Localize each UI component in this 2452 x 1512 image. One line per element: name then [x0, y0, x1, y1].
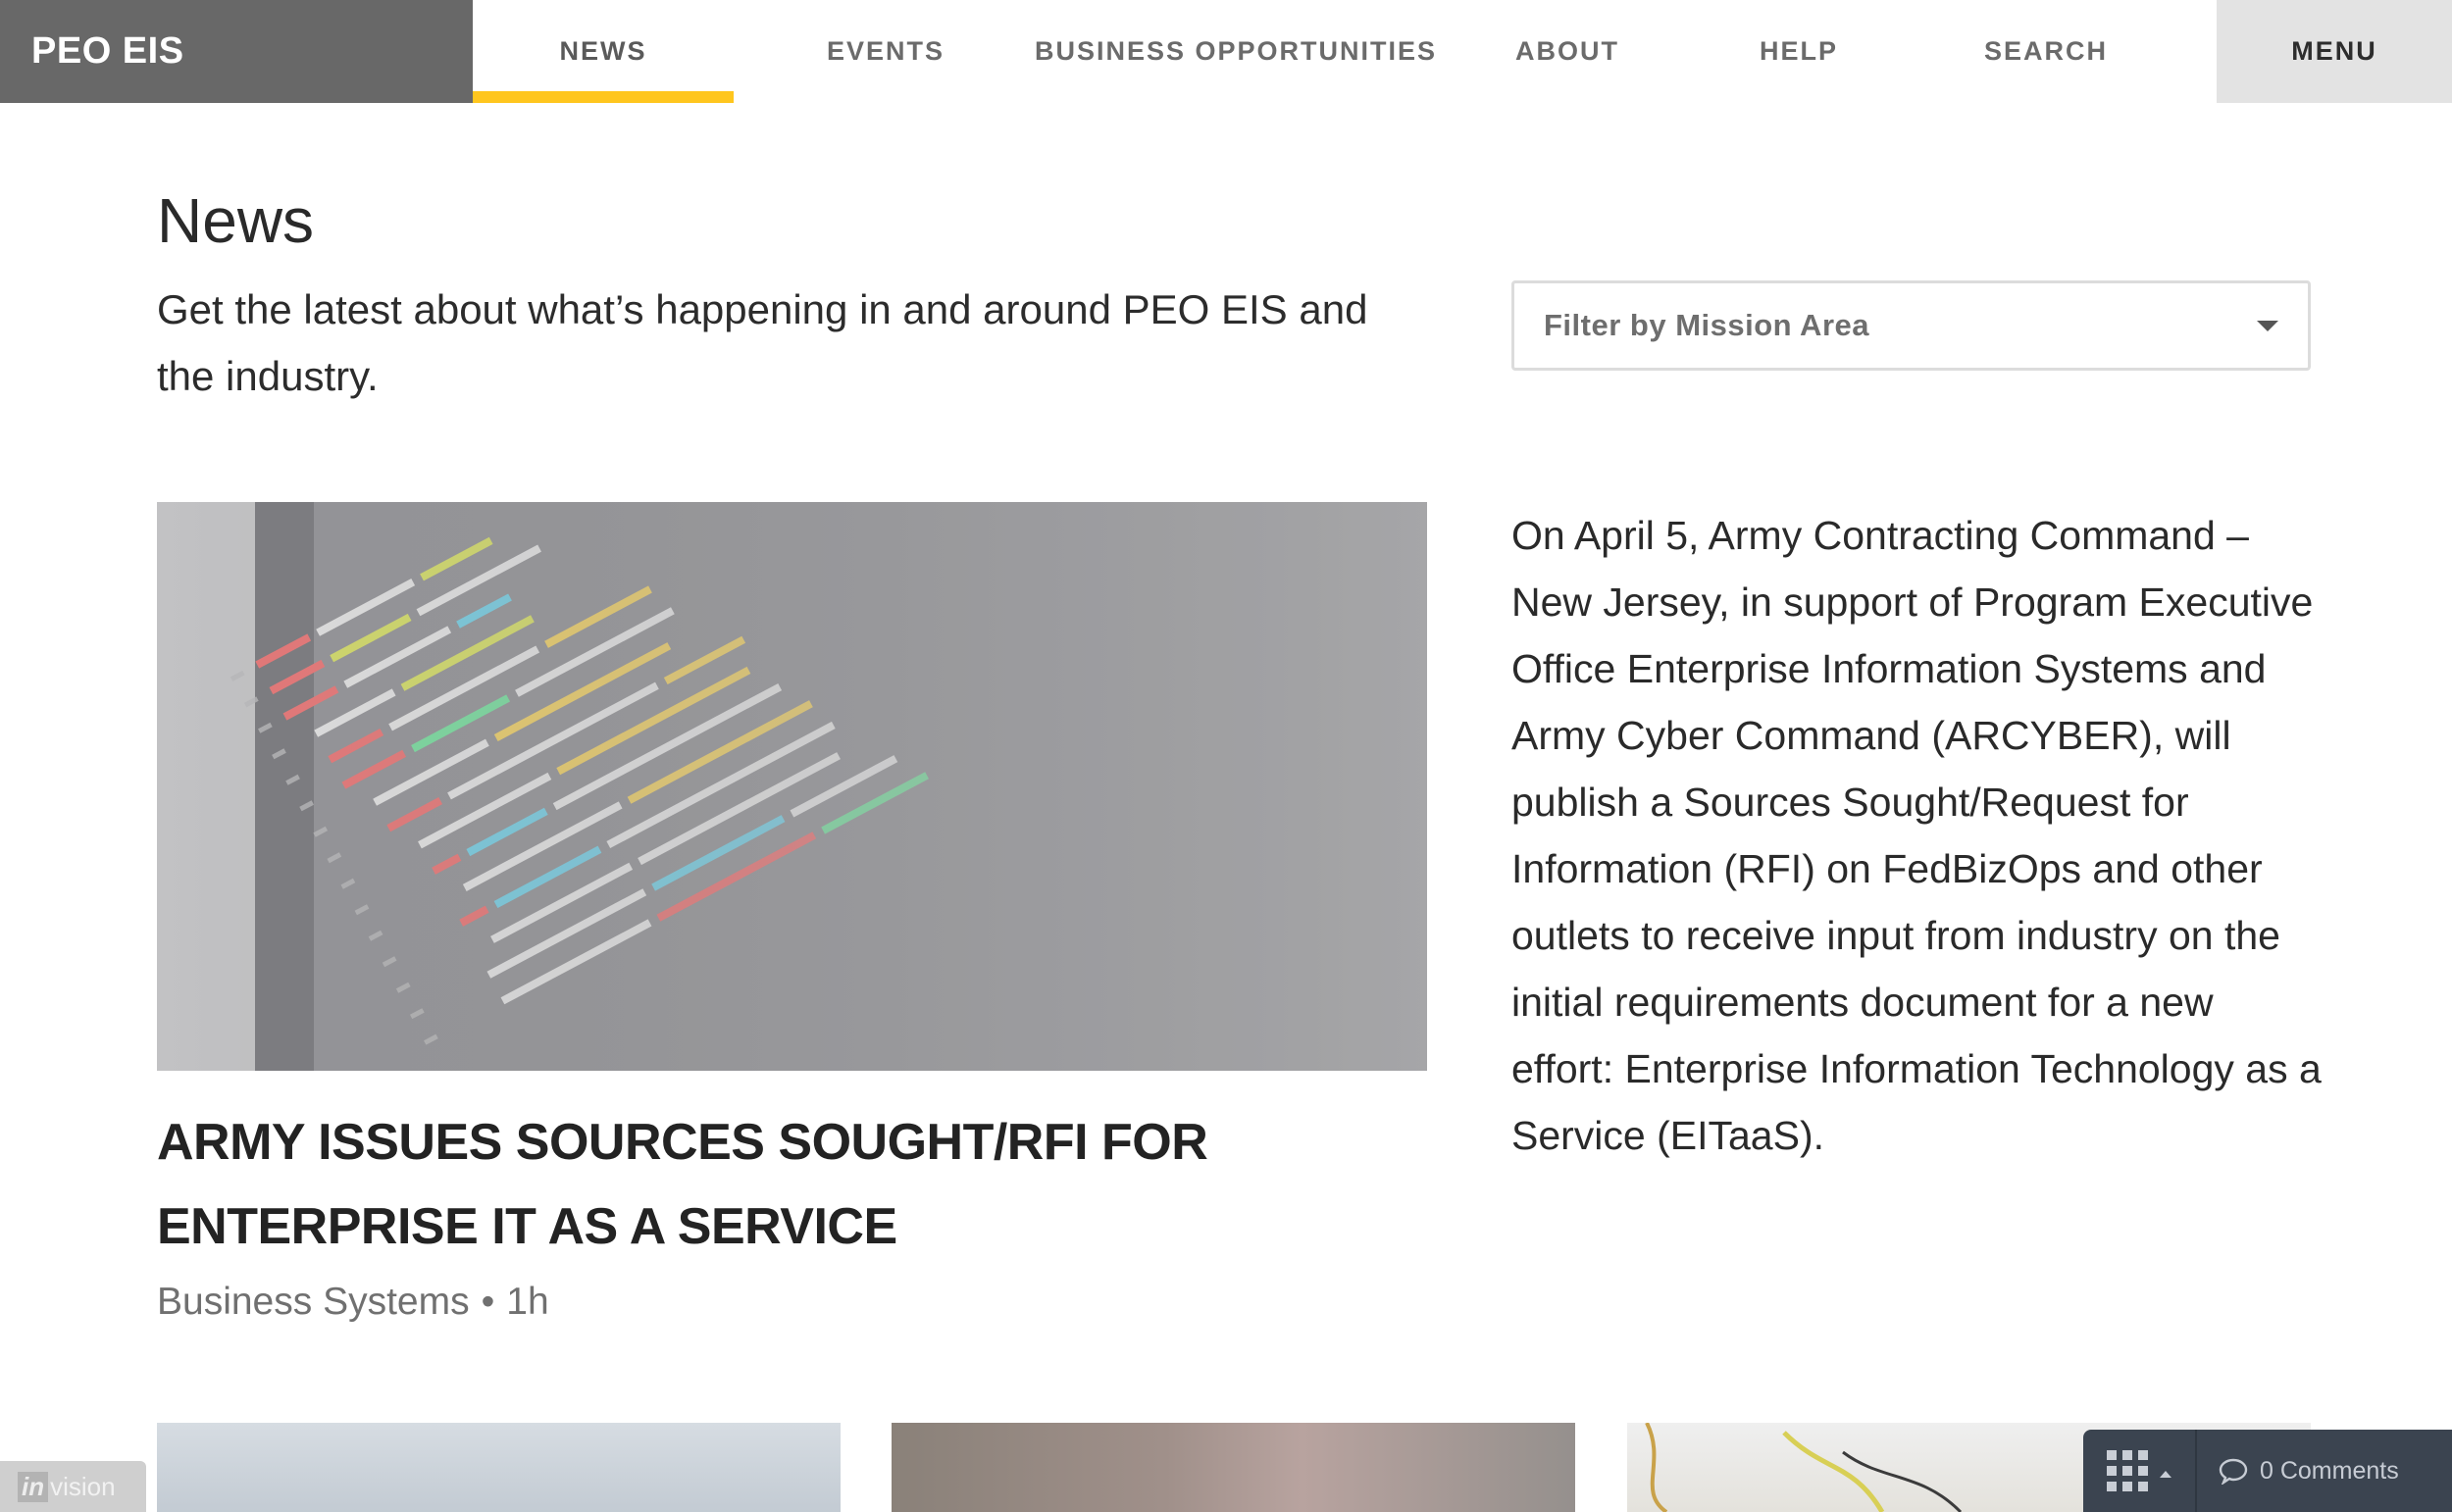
nav-item-help[interactable]: HELP	[1703, 0, 1895, 103]
featured-age: 1h	[506, 1281, 549, 1323]
nav-item-about[interactable]: ABOUT	[1471, 0, 1663, 103]
chevron-down-icon	[2257, 320, 2278, 331]
invision-wordmark: vision	[50, 1471, 116, 1501]
menu-button[interactable]: MENU	[2217, 0, 2452, 103]
news-card-image[interactable]	[157, 1423, 841, 1512]
comments-button[interactable]: 0 Comments	[2219, 1457, 2399, 1486]
featured-image[interactable]	[157, 502, 1427, 1071]
app-grid-icon[interactable]	[2107, 1450, 2148, 1491]
featured-meta: Business Systems • 1h	[157, 1281, 549, 1324]
nav-item-events[interactable]: EVENTS	[775, 0, 996, 103]
comments-toolbar: 0 Comments	[2083, 1430, 2452, 1512]
featured-summary: On April 5, Army Contracting Command – N…	[1511, 513, 2322, 1158]
news-card-image[interactable]	[892, 1423, 1575, 1512]
invision-logo-mark: in	[18, 1471, 49, 1502]
comments-count-label: 0 Comments	[2260, 1456, 2399, 1485]
mission-area-filter[interactable]: Filter by Mission Area	[1511, 280, 2311, 371]
nav-item-search[interactable]: SEARCH	[1942, 0, 2150, 103]
featured-category[interactable]: Business Systems	[157, 1281, 470, 1323]
caret-up-icon[interactable]	[2160, 1470, 2171, 1478]
nav-item-news[interactable]: NEWS	[473, 0, 734, 103]
top-navigation: PEO EIS NEWS EVENTS BUSINESS OPPORTUNITI…	[0, 0, 2452, 103]
invision-badge[interactable]: in vision	[0, 1461, 146, 1512]
brand-logo[interactable]: PEO EIS	[0, 0, 473, 103]
page-intro: Get the latest about what’s happening in…	[157, 286, 1368, 399]
meta-separator: •	[481, 1281, 495, 1323]
page-title: News	[157, 185, 315, 256]
featured-headline[interactable]: ARMY ISSUES SOURCES SOUGHT/RFI FOR ENTER…	[157, 1100, 1432, 1269]
comment-bubble-icon	[2219, 1458, 2248, 1485]
nav-item-business-opportunities[interactable]: BUSINESS OPPORTUNITIES	[1030, 0, 1442, 103]
toolbar-divider	[2195, 1430, 2197, 1512]
filter-label: Filter by Mission Area	[1544, 308, 1869, 342]
